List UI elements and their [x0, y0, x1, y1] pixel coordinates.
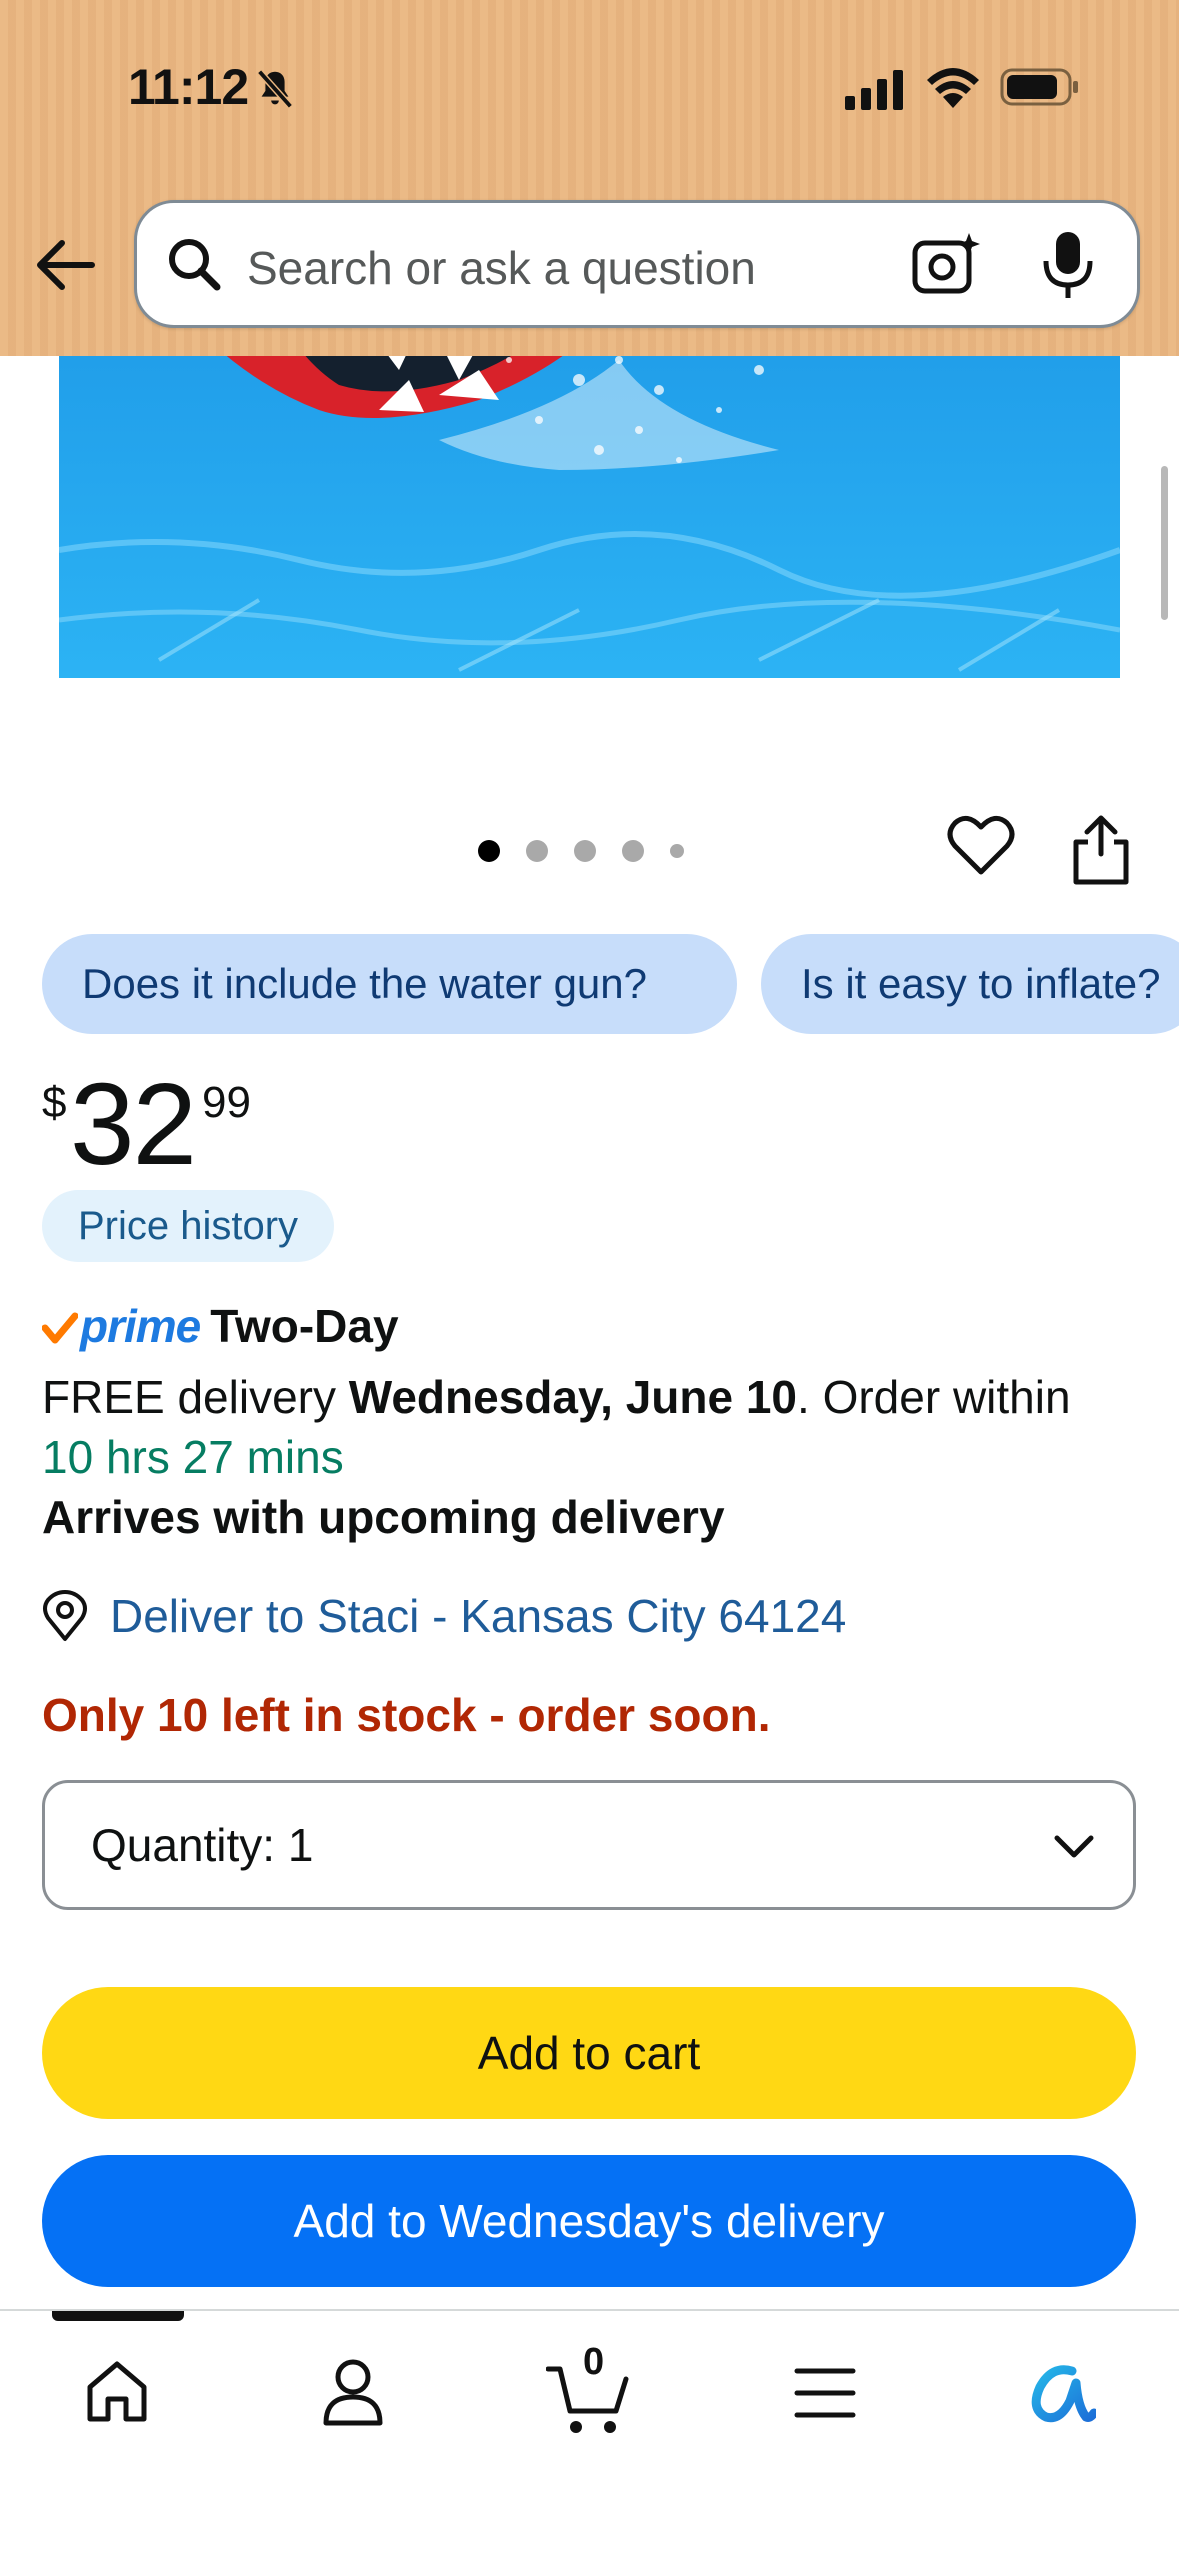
image-carousel-dots[interactable] [478, 838, 710, 864]
delivery-order-within: . Order within [797, 1371, 1071, 1423]
back-arrow-icon[interactable] [32, 232, 98, 298]
stock-warning: Only 10 left in stock - order soon. [42, 1689, 771, 1741]
question-chip[interactable]: Does it include the water gun? [42, 934, 737, 1034]
quantity-dropdown[interactable]: Quantity: 1 [42, 1780, 1136, 1910]
bottom-nav: 0 [0, 2309, 1179, 2556]
deliver-to-text: Deliver to Staci - Kansas City 64124 [110, 1590, 847, 1642]
wishlist-heart-icon[interactable] [946, 812, 1016, 878]
price-history-button[interactable]: Price history [42, 1190, 335, 1262]
rufus-ai-icon[interactable] [1024, 2357, 1096, 2427]
product-image-graphic [59, 300, 1120, 678]
menu-icon[interactable] [793, 2363, 857, 2423]
delivery-countdown: 10 hrs 27 mins [42, 1431, 344, 1483]
account-icon[interactable] [320, 2357, 386, 2427]
carousel-dot[interactable] [670, 844, 684, 858]
quantity-label: Quantity: [91, 1819, 276, 1871]
price-whole: 32 [70, 1059, 197, 1189]
active-tab-indicator [52, 2311, 184, 2321]
status-time: 11:12 [128, 59, 249, 115]
delivery-free-text: FREE delivery [42, 1371, 349, 1423]
carousel-dot[interactable] [574, 840, 596, 862]
header: 11:12 Search or ask a question [0, 0, 1179, 356]
delivery-info: FREE delivery Wednesday, June 10. Order … [42, 1370, 1071, 1424]
prime-label: Two-Day [210, 1300, 399, 1352]
prime-check-icon [42, 1312, 78, 1344]
search-placeholder: Search or ask a question [247, 242, 756, 294]
carousel-dot[interactable] [526, 840, 548, 862]
battery-icon [1000, 68, 1078, 106]
question-chip[interactable]: Is it easy to inflate? [761, 934, 1179, 1034]
add-to-cart-button[interactable]: Add to cart [42, 1987, 1136, 2119]
carousel-dot[interactable] [478, 840, 500, 862]
delivery-date: Wednesday, June 10 [348, 1371, 798, 1423]
share-icon[interactable] [1070, 814, 1132, 886]
camera-lens-icon[interactable] [911, 231, 981, 297]
add-to-delivery-button[interactable]: Add to Wednesday's delivery [42, 2155, 1136, 2287]
prime-badge: prime Two-Day [42, 1298, 399, 1354]
silent-bell-icon [257, 69, 293, 109]
home-icon[interactable] [82, 2357, 152, 2427]
deliver-to-link[interactable]: Deliver to Staci - Kansas City 64124 [42, 1584, 846, 1648]
wifi-icon [927, 68, 979, 108]
search-icon [169, 239, 221, 291]
price-currency: $ [42, 1078, 67, 1127]
microphone-icon[interactable] [1041, 229, 1095, 301]
price-fraction: 99 [202, 1078, 251, 1127]
prime-logo-text: prime [80, 1300, 201, 1352]
cart-count: 0 [583, 2341, 605, 2383]
scrollbar[interactable] [1161, 466, 1168, 620]
arrives-message: Arrives with upcoming delivery [42, 1491, 725, 1543]
cellular-signal-icon [845, 70, 903, 110]
chevron-down-icon [1054, 1835, 1094, 1858]
location-pin-icon [43, 1590, 87, 1641]
search-input[interactable]: Search or ask a question [134, 200, 1140, 328]
carousel-dot[interactable] [622, 840, 644, 862]
quantity-value: 1 [287, 1819, 314, 1871]
product-image[interactable] [59, 300, 1120, 678]
